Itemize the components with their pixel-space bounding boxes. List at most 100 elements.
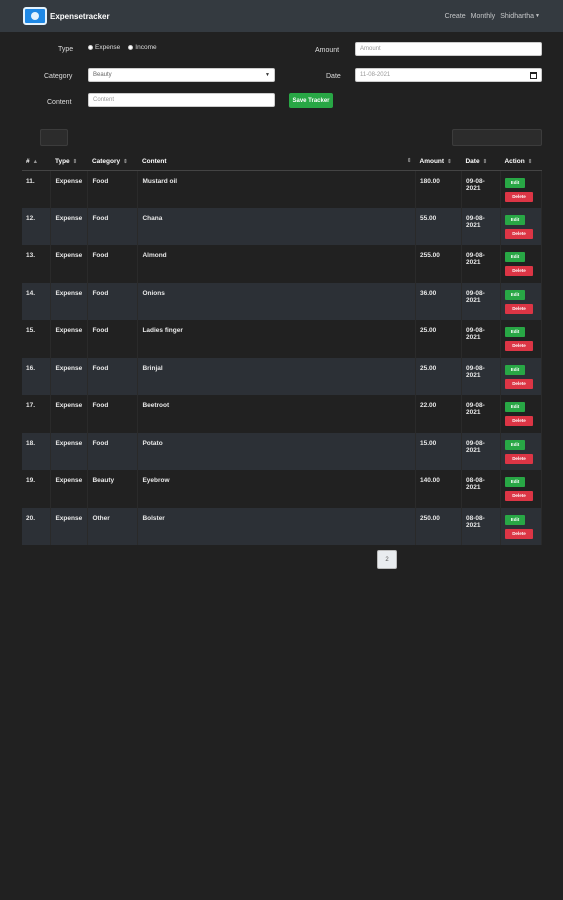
delete-button[interactable]: Delete — [504, 378, 533, 389]
col-header-content-label: Content — [141, 157, 167, 165]
edit-button[interactable]: Edit — [504, 289, 525, 300]
brand-name: Expensetracker — [50, 11, 110, 21]
cell-id: 19. — [22, 470, 52, 508]
cell-actions: Edit Delete — [500, 320, 543, 358]
cell-amount: 22.00 — [415, 395, 462, 433]
cell-date: 08-08-2021 — [461, 507, 501, 545]
cell-type: Expense — [50, 320, 89, 358]
cell-type: Expense — [50, 357, 89, 395]
cell-id: 14. — [22, 282, 52, 320]
cell-category: Food — [87, 320, 139, 358]
cell-amount: 55.00 — [415, 207, 462, 245]
cell-actions: Edit Delete — [500, 207, 543, 245]
delete-button[interactable]: Delete — [504, 416, 533, 426]
user-dropdown[interactable]: Shidhartha▼ — [500, 13, 540, 20]
type-label: Type — [58, 46, 74, 53]
cell-amount: 25.00 — [415, 357, 462, 395]
cell-date: 09-08-2021 — [461, 432, 501, 470]
cell-actions: Edit Delete — [500, 432, 543, 470]
amount-label: Amount — [315, 47, 340, 54]
category-label: Category — [44, 73, 73, 80]
radio-expense-label: Expense — [95, 44, 121, 51]
radio-dot-icon — [128, 45, 134, 50]
cell-type: Expense — [50, 395, 89, 433]
edit-button[interactable]: Edit — [504, 364, 525, 375]
col-header-action-label: Action — [504, 157, 525, 165]
col-header-date[interactable]: Date ⇕ — [461, 153, 501, 171]
cell-category: Food — [87, 170, 139, 208]
cell-content: Chana — [137, 207, 416, 245]
brand-link[interactable]: Expensetracker — [23, 7, 110, 25]
edit-button[interactable]: Edit — [504, 214, 525, 225]
delete-button[interactable]: Delete — [504, 266, 533, 276]
cell-category: Food — [87, 357, 139, 395]
cell-category: Food — [87, 207, 139, 245]
entries-length-select[interactable] — [40, 129, 68, 146]
sort-icon: ⇕ — [447, 158, 452, 165]
edit-button[interactable]: Edit — [504, 477, 525, 487]
cell-amount: 25.00 — [415, 320, 462, 358]
sort-icon: ⇕ — [123, 158, 128, 165]
date-input[interactable]: 11-08-2021 — [355, 68, 542, 82]
cell-type: Expense — [50, 507, 89, 545]
col-header-amount[interactable]: Amount ⇕ — [415, 153, 462, 171]
pagination-current-page[interactable]: 2 — [377, 550, 397, 569]
category-select[interactable]: Beauty ▼ — [88, 68, 275, 82]
cell-actions: Edit Delete — [500, 395, 543, 433]
save-tracker-button[interactable]: Save Tracker — [289, 93, 333, 108]
col-header-id[interactable]: # ▲ — [22, 153, 51, 171]
cell-actions: Edit Delete — [500, 282, 543, 320]
col-header-action[interactable]: Action ⇕ — [500, 153, 542, 171]
sort-icon: ⇕ — [72, 158, 78, 165]
col-header-type[interactable]: Type ⇕ — [50, 153, 88, 171]
calendar-icon[interactable] — [530, 71, 537, 79]
delete-button[interactable]: Delete — [504, 453, 533, 464]
cell-amount: 15.00 — [415, 432, 462, 470]
nav-link-create[interactable]: Create — [445, 13, 466, 20]
cell-date: 09-08-2021 — [461, 245, 501, 283]
delete-button[interactable]: Delete — [504, 341, 533, 351]
table-row: 19. Expense Beauty Eyebrow 140.00 08-08-2021 E… — [22, 470, 543, 508]
cell-amount: 36.00 — [415, 282, 462, 320]
cell-actions: Edit Delete — [500, 507, 543, 545]
edit-button[interactable]: Edit — [504, 252, 525, 262]
edit-button[interactable]: Edit — [504, 327, 525, 337]
content-label: Content — [47, 99, 72, 106]
cell-category: Beauty — [87, 470, 139, 508]
nav-link-monthly[interactable]: Monthly — [471, 13, 496, 20]
date-value: 11-08-2021 — [360, 72, 391, 78]
table-search-input[interactable] — [452, 129, 542, 146]
table-row: 14. Expense Food Onions 36.00 09-08-2021 Edit D… — [22, 282, 543, 320]
chevron-down-icon: ▼ — [265, 72, 270, 78]
delete-button[interactable]: Delete — [504, 303, 533, 314]
delete-button[interactable]: Delete — [504, 491, 533, 501]
content-input[interactable]: Content — [88, 93, 275, 107]
col-header-type-label: Type — [54, 157, 70, 165]
table-row: 15. Expense Food Ladies finger 25.00 09-08-20… — [22, 320, 543, 358]
cell-content: Beetroot — [137, 395, 416, 433]
edit-button[interactable]: Edit — [504, 177, 525, 188]
cell-category: Food — [87, 282, 139, 320]
radio-income[interactable]: Income — [128, 44, 157, 51]
cell-actions: Edit Delete — [500, 245, 543, 283]
category-value: Beauty — [93, 72, 112, 78]
edit-button[interactable]: Edit — [504, 439, 525, 450]
delete-button[interactable]: Delete — [504, 191, 533, 202]
cell-id: 17. — [22, 395, 52, 433]
cell-date: 08-08-2021 — [461, 470, 501, 508]
delete-button[interactable]: Delete — [504, 528, 533, 539]
table-row: 17. Expense Food Beetroot 22.00 09-08-2021 Edi… — [22, 395, 543, 433]
col-header-category[interactable]: Category ⇕ — [87, 153, 138, 171]
table-row: 13. Expense Food Almond 255.00 09-08-2021 Edit… — [22, 245, 543, 283]
edit-button[interactable]: Edit — [504, 402, 525, 412]
cell-date: 09-08-2021 — [461, 357, 501, 395]
amount-input[interactable]: Amount — [355, 42, 542, 56]
delete-button[interactable]: Delete — [504, 228, 533, 239]
cell-content: Mustard oil — [137, 170, 416, 208]
radio-expense[interactable]: Expense — [88, 44, 120, 51]
user-name: Shidhartha — [500, 12, 535, 20]
col-header-content[interactable]: Content ⇕ — [137, 153, 416, 171]
type-radio-group: Expense Income — [88, 44, 157, 51]
cell-type: Expense — [50, 170, 89, 208]
edit-button[interactable]: Edit — [504, 514, 525, 525]
